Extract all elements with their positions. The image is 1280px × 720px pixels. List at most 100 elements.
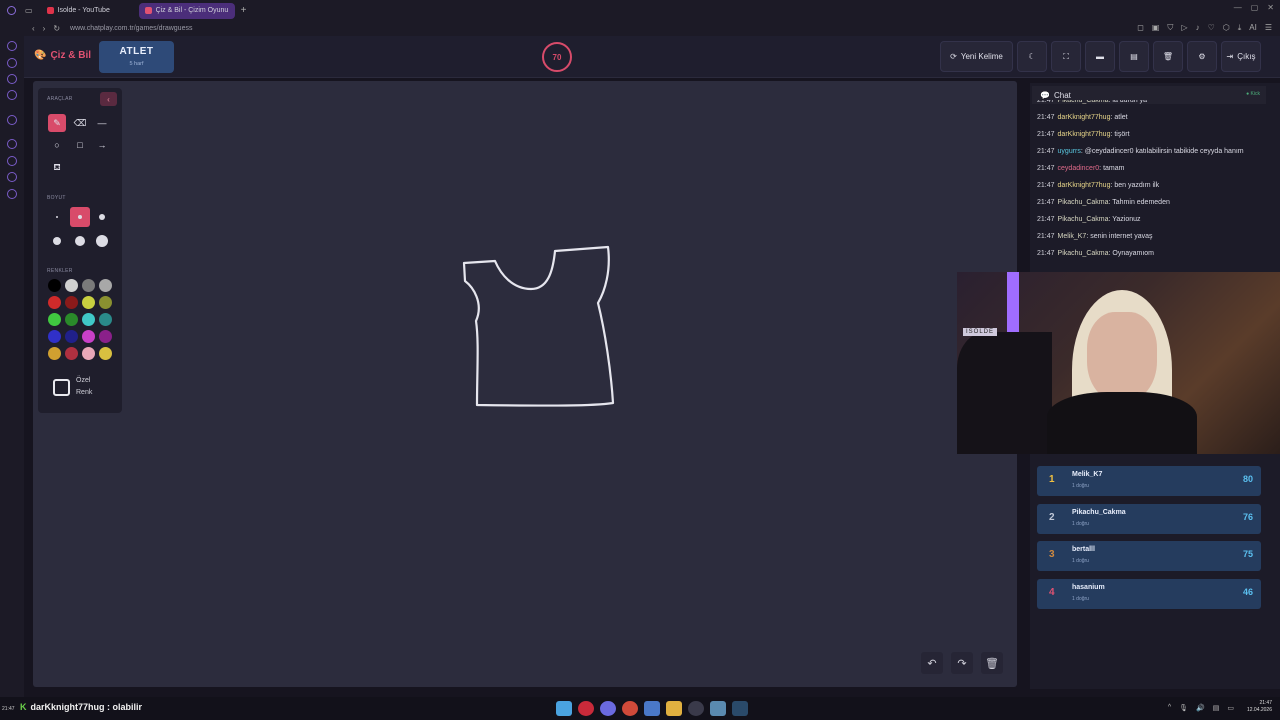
- download-icon[interactable]: ⤓: [1238, 23, 1242, 33]
- discord-icon[interactable]: [600, 701, 616, 716]
- screenshot-icon[interactable]: ▣: [1152, 23, 1160, 33]
- obs-icon[interactable]: [688, 701, 704, 716]
- size-option-1[interactable]: [47, 207, 67, 227]
- exit-button[interactable]: ⇥ Çıkış: [1221, 41, 1261, 72]
- back-icon[interactable]: ‹: [32, 24, 35, 33]
- leaderboard-row[interactable]: 3 bertalll 1 doğru 75: [1037, 541, 1261, 571]
- leaderboard-row[interactable]: 2 Pikachu_Cakma 1 doğru 76: [1037, 503, 1261, 534]
- new-tab-button[interactable]: +: [241, 5, 247, 16]
- minimize-icon[interactable]: —: [1234, 3, 1242, 12]
- menu-icon[interactable]: ☰: [1265, 23, 1272, 33]
- color-swatch[interactable]: [48, 296, 61, 309]
- sidebar-instagram-icon[interactable]: [7, 90, 17, 100]
- size-option-4[interactable]: [47, 231, 67, 251]
- chat-message-list[interactable]: 21:47 Pikachu_Cakma: la durun ya 21:47 darK…: [1037, 100, 1259, 272]
- sidebar-messenger-icon[interactable]: [7, 74, 17, 84]
- fullscreen-button[interactable]: ⛶: [1051, 41, 1081, 72]
- color-swatch[interactable]: [99, 313, 112, 326]
- sidebar-bag-icon[interactable]: [7, 58, 17, 68]
- color-swatch[interactable]: [65, 347, 78, 360]
- music-icon[interactable]: ♪: [1196, 23, 1200, 33]
- color-swatch[interactable]: [99, 279, 112, 292]
- archive-button[interactable]: ▤: [1119, 41, 1149, 72]
- color-swatch[interactable]: [48, 279, 61, 292]
- browser-logo-icon[interactable]: [7, 6, 16, 15]
- volume-icon[interactable]: 🔊: [1196, 704, 1205, 712]
- chat-username[interactable]: ceydadincer0: [1058, 165, 1100, 172]
- start-icon[interactable]: [556, 701, 572, 716]
- ai-button[interactable]: AI: [1249, 23, 1257, 33]
- keyboard-button[interactable]: ▬: [1085, 41, 1115, 72]
- sidebar-home-icon[interactable]: [7, 41, 17, 51]
- color-swatch[interactable]: [48, 330, 61, 343]
- maximize-icon[interactable]: ▢: [1251, 3, 1259, 12]
- redo-button[interactable]: ↷: [951, 652, 973, 674]
- app-logo[interactable]: 🎨 Çiz & Bil: [34, 50, 91, 61]
- fill-tool[interactable]: ⛾: [48, 159, 66, 177]
- color-swatch[interactable]: [99, 296, 112, 309]
- color-swatch[interactable]: [82, 296, 95, 309]
- chat-username[interactable]: Melik_K7: [1058, 233, 1087, 240]
- camera-icon[interactable]: ◻: [1137, 23, 1144, 33]
- size-option-6[interactable]: [92, 231, 112, 251]
- sidebar-settings-icon[interactable]: [7, 172, 17, 182]
- color-swatch[interactable]: [65, 296, 78, 309]
- color-swatch[interactable]: [82, 313, 95, 326]
- vpn-icon[interactable]: [710, 701, 726, 716]
- undo-button[interactable]: ↶: [921, 652, 943, 674]
- display-icon[interactable]: ▭: [1227, 704, 1234, 712]
- tray-chevron-icon[interactable]: ^: [1168, 704, 1171, 712]
- eraser-tool[interactable]: ⌫: [71, 114, 89, 132]
- chat-username[interactable]: darKknight77hug: [1058, 182, 1111, 189]
- drawing-canvas[interactable]: [33, 81, 1017, 687]
- settings-button[interactable]: ⚙: [1187, 41, 1217, 72]
- sidebar-history-icon[interactable]: [7, 139, 17, 149]
- play-icon[interactable]: ▷: [1181, 23, 1187, 33]
- shield-icon[interactable]: ⛉: [1167, 23, 1173, 33]
- reload-icon[interactable]: ↻: [53, 24, 60, 33]
- sidebar-more-icon[interactable]: [7, 189, 17, 199]
- pencil-tool[interactable]: ✎: [48, 114, 66, 132]
- chrome-icon[interactable]: [622, 701, 638, 716]
- chat-username[interactable]: Pikachu_Cakma: [1058, 216, 1109, 223]
- url-field[interactable]: www.chatplay.com.tr/games/drawguess: [70, 25, 192, 32]
- close-icon[interactable]: ✕: [1267, 3, 1274, 12]
- circle-tool[interactable]: ○: [48, 136, 66, 154]
- arrow-tool[interactable]: →: [93, 136, 111, 154]
- trash-button[interactable]: 🗑: [1153, 41, 1183, 72]
- opera-icon[interactable]: [578, 701, 594, 716]
- network-icon[interactable]: ▤: [1213, 704, 1220, 712]
- color-swatch[interactable]: [48, 313, 61, 326]
- steam-icon[interactable]: [732, 701, 748, 716]
- forward-icon[interactable]: ›: [43, 24, 46, 33]
- dark-mode-button[interactable]: ☾: [1017, 41, 1047, 72]
- color-swatch[interactable]: [48, 347, 61, 360]
- tab-list-icon[interactable]: ▭: [25, 6, 33, 15]
- heart-icon[interactable]: ♡: [1208, 23, 1215, 33]
- tab-youtube[interactable]: Isolde - YouTube: [41, 3, 136, 19]
- color-swatch[interactable]: [99, 347, 112, 360]
- size-option-3[interactable]: [92, 207, 112, 227]
- size-option-2[interactable]: [70, 207, 90, 227]
- microphone-icon[interactable]: 🎙: [1179, 704, 1188, 712]
- size-option-5[interactable]: [70, 231, 90, 251]
- custom-color-button[interactable]: [53, 379, 70, 396]
- sidebar-clock-icon[interactable]: [7, 156, 17, 166]
- chat-username[interactable]: darKknight77hug: [1058, 131, 1111, 138]
- color-swatch[interactable]: [65, 279, 78, 292]
- color-swatch[interactable]: [65, 313, 78, 326]
- new-word-button[interactable]: ⟳ Yeni Kelime: [940, 41, 1013, 72]
- color-swatch[interactable]: [82, 347, 95, 360]
- rectangle-tool[interactable]: □: [71, 136, 89, 154]
- collapse-panel-button[interactable]: ‹: [100, 92, 117, 106]
- chat-username[interactable]: uygurrs: [1058, 148, 1081, 155]
- chat-username[interactable]: Pikachu_Cakma: [1058, 199, 1109, 206]
- clear-canvas-button[interactable]: 🗑: [981, 652, 1003, 674]
- leaderboard-row[interactable]: 1 Melik_K7 1 doğru 80: [1037, 466, 1261, 496]
- folder-icon[interactable]: [666, 701, 682, 716]
- cube-icon[interactable]: ⬡: [1223, 23, 1230, 33]
- color-swatch[interactable]: [82, 330, 95, 343]
- leaderboard-row[interactable]: 4 hasanium 1 doğru 46: [1037, 578, 1261, 609]
- color-swatch[interactable]: [99, 330, 112, 343]
- sidebar-twitch-icon[interactable]: [7, 115, 17, 125]
